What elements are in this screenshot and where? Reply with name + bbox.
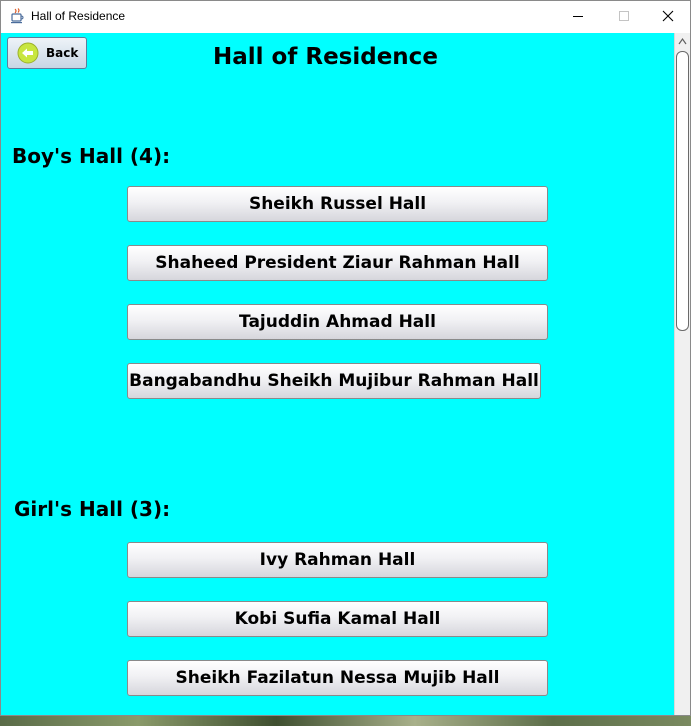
back-button[interactable]: Back bbox=[7, 37, 87, 69]
back-arrow-icon bbox=[17, 42, 39, 64]
boys-hall-heading: Boy's Hall (4): bbox=[12, 144, 171, 168]
close-icon bbox=[662, 10, 674, 22]
java-app-icon bbox=[11, 8, 24, 24]
hall-button-fazilatun-nessa[interactable]: Sheikh Fazilatun Nessa Mujib Hall bbox=[127, 660, 548, 696]
maximize-icon bbox=[619, 11, 629, 21]
vertical-scrollbar[interactable] bbox=[674, 33, 690, 715]
hall-button-sheikh-russel[interactable]: Sheikh Russel Hall bbox=[127, 186, 548, 222]
scrollbar-thumb[interactable] bbox=[676, 51, 689, 331]
desktop-background bbox=[0, 716, 691, 726]
main-panel: Back Hall of Residence Boy's Hall (4): S… bbox=[1, 33, 674, 715]
minimize-button[interactable] bbox=[555, 1, 601, 32]
scroll-up-arrow-icon[interactable] bbox=[675, 33, 690, 50]
title-bar[interactable]: Hall of Residence bbox=[1, 1, 690, 32]
page-title: Hall of Residence bbox=[213, 44, 438, 70]
hall-button-sufia-kamal[interactable]: Kobi Sufia Kamal Hall bbox=[127, 601, 548, 637]
back-button-label: Back bbox=[46, 46, 79, 60]
close-button[interactable] bbox=[645, 1, 690, 32]
girls-hall-heading: Girl's Hall (3): bbox=[14, 497, 171, 521]
hall-button-ziaur-rahman[interactable]: Shaheed President Ziaur Rahman Hall bbox=[127, 245, 548, 281]
hall-button-tajuddin-ahmad[interactable]: Tajuddin Ahmad Hall bbox=[127, 304, 548, 340]
minimize-icon bbox=[573, 16, 583, 17]
hall-button-bangabandhu[interactable]: Bangabandhu Sheikh Mujibur Rahman Hall bbox=[127, 363, 541, 399]
window-title: Hall of Residence bbox=[31, 9, 126, 23]
hall-button-ivy-rahman[interactable]: Ivy Rahman Hall bbox=[127, 542, 548, 578]
maximize-button[interactable] bbox=[601, 1, 647, 32]
app-window: Hall of Residence Back Hall of Residence bbox=[0, 0, 691, 716]
